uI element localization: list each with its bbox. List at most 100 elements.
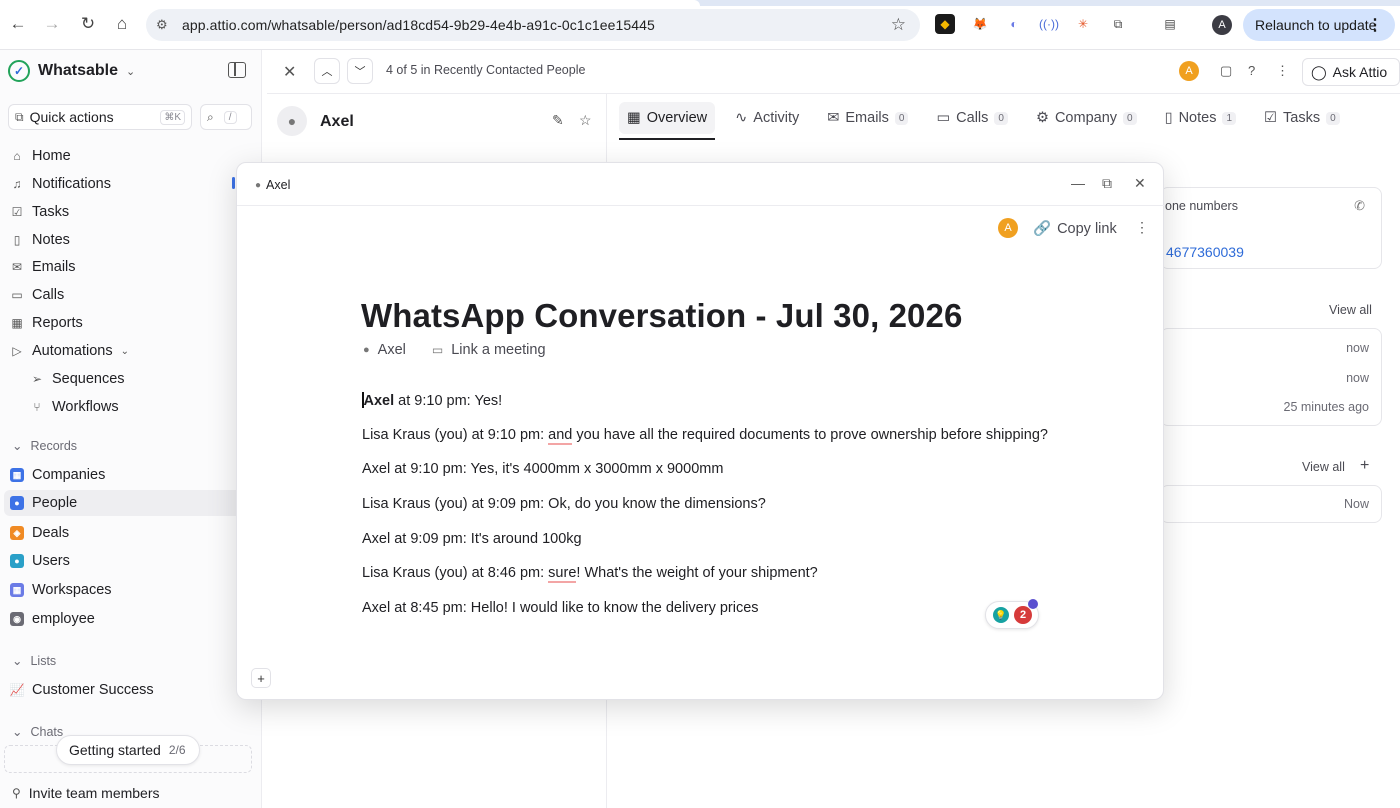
add-block-button[interactable]: + bbox=[251, 668, 271, 688]
sidebar-item-workspaces[interactable]: ▦ Workspaces bbox=[10, 578, 112, 602]
invite-team-button[interactable]: ⚲ Invite team members bbox=[12, 785, 160, 801]
sidebar-item-label: Calls bbox=[32, 287, 65, 303]
more-icon[interactable]: ⋮ bbox=[1276, 63, 1289, 79]
close-icon[interactable]: ✕ bbox=[1134, 175, 1146, 192]
sidebar-item-notes[interactable]: ▯ Notes bbox=[10, 228, 70, 252]
mail-icon: ✉ bbox=[827, 110, 840, 126]
tab-calls[interactable]: ▭ Calls 0 bbox=[928, 102, 1016, 134]
tab-overview[interactable]: ▦ Overview bbox=[619, 102, 716, 140]
note-person[interactable]: Axel bbox=[378, 342, 406, 358]
sidebar-item-automations[interactable]: ▷ Automations ⌄ bbox=[10, 339, 129, 363]
more-icon[interactable]: ⋮ bbox=[1135, 219, 1149, 236]
sidebar-item-reports[interactable]: ▦ Reports bbox=[10, 311, 82, 335]
sidebar-item-users[interactable]: ● Users bbox=[10, 549, 70, 573]
tab-notes[interactable]: ▯ Notes 1 bbox=[1157, 102, 1244, 134]
note-title[interactable]: WhatsApp Conversation - Jul 30, 2026 bbox=[361, 297, 962, 335]
sidebar-item-sequences[interactable]: ➢ Sequences bbox=[30, 367, 125, 391]
message-line[interactable]: Axel at 9:10 pm: Yes! bbox=[362, 392, 502, 409]
link-meeting-button[interactable]: Link a meeting bbox=[451, 342, 545, 358]
site-settings-icon[interactable]: ⚙ bbox=[156, 17, 172, 33]
sidebar-item-deals[interactable]: ◈ Deals bbox=[10, 521, 69, 545]
comments-icon[interactable]: ▢ bbox=[1220, 63, 1232, 79]
checkbox-icon: ☑ bbox=[1264, 110, 1278, 126]
workspace-switcher[interactable]: ✓ Whatsable ⌄ bbox=[8, 59, 135, 83]
tab-tasks[interactable]: ☑ Tasks 0 bbox=[1256, 102, 1348, 134]
sidebar-item-companies[interactable]: ▦ Companies bbox=[10, 463, 105, 487]
view-all-activity-link[interactable]: View all bbox=[1329, 303, 1372, 317]
sidebar-item-notifications[interactable]: ♫ Notifications bbox=[10, 172, 111, 196]
side-panel-icon[interactable]: ▤ bbox=[1160, 14, 1180, 34]
copy-link-button[interactable]: 🔗 Copy link bbox=[1033, 220, 1117, 238]
edit-pencil-icon[interactable]: ✎ bbox=[552, 112, 564, 129]
tab-emails[interactable]: ✉ Emails 0 bbox=[819, 102, 916, 134]
ask-attio-button[interactable]: ◯ Ask Attio bbox=[1302, 58, 1400, 86]
grammar-widget[interactable]: 💡 2 bbox=[985, 599, 1039, 629]
chevron-up-icon[interactable]: ︿ bbox=[314, 58, 340, 84]
message-line[interactable]: Lisa Kraus (you) at 9:10 pm: and you hav… bbox=[362, 427, 1048, 445]
extension-1-icon[interactable]: ◆ bbox=[935, 14, 955, 34]
expand-icon[interactable]: ⧉ bbox=[1102, 175, 1112, 192]
records-section-header[interactable]: ⌄ Records bbox=[12, 438, 77, 454]
bookmark-star-icon[interactable]: ☆ bbox=[891, 15, 906, 35]
message-line[interactable]: Lisa Kraus (you) at 9:09 pm: Ok, do you … bbox=[362, 496, 766, 512]
extensions-puzzle-icon[interactable]: ⧉ bbox=[1108, 14, 1128, 34]
message-text: at 9:10 pm: Yes! bbox=[394, 393, 503, 409]
extension-5-icon[interactable]: ✳ bbox=[1073, 14, 1093, 34]
sidebar-item-customer-success[interactable]: 📈 Customer Success bbox=[10, 678, 154, 702]
search-button[interactable]: ⌕ / bbox=[200, 104, 252, 130]
companies-icon: ▦ bbox=[10, 468, 24, 482]
reload-icon[interactable]: ↻ bbox=[76, 12, 100, 36]
message-line[interactable]: Axel at 9:09 pm: It's around 100kg bbox=[362, 531, 582, 547]
sidebar-item-workflows[interactable]: ⑂ Workflows bbox=[30, 395, 118, 419]
chats-section-header[interactable]: ⌄ Chats bbox=[12, 724, 63, 740]
spellcheck-word[interactable]: sure bbox=[548, 565, 577, 583]
sidebar-item-tasks[interactable]: ☑ Tasks bbox=[10, 200, 69, 224]
sidebar: ✓ Whatsable ⌄ ⧉ Quick actions ⌘K ⌕ / ⌂ Ho… bbox=[0, 50, 262, 808]
forward-icon[interactable]: → bbox=[40, 12, 64, 36]
active-tab[interactable] bbox=[0, 0, 700, 6]
record-position: 4 of 5 in Recently Contacted People bbox=[386, 63, 586, 77]
lists-section-header[interactable]: ⌄ Lists bbox=[12, 653, 56, 669]
chevron-down-icon[interactable]: ﹀ bbox=[347, 58, 373, 84]
sidebar-item-calls[interactable]: ▭ Calls bbox=[10, 283, 64, 307]
message-line[interactable]: Lisa Kraus (you) at 8:46 pm: sure! What'… bbox=[362, 565, 818, 583]
back-icon[interactable]: ← bbox=[6, 12, 30, 36]
close-icon[interactable]: ✕ bbox=[283, 62, 296, 82]
view-all-tasks-link[interactable]: View all bbox=[1302, 460, 1345, 474]
phone-icon[interactable]: ✆ bbox=[1354, 198, 1365, 214]
sidebar-toggle-icon[interactable] bbox=[228, 62, 246, 78]
extension-4-icon[interactable]: ((·)) bbox=[1039, 14, 1059, 34]
favorite-star-icon[interactable]: ☆ bbox=[579, 112, 592, 129]
user-avatar[interactable]: A bbox=[998, 218, 1018, 238]
sidebar-item-people[interactable]: ● People bbox=[10, 491, 77, 515]
message-text: Lisa Kraus (you) at 8:46 pm: bbox=[362, 565, 549, 581]
relaunch-button[interactable]: Relaunch to update ⋮ bbox=[1243, 9, 1395, 41]
minimize-icon[interactable]: — bbox=[1071, 175, 1085, 191]
task-time: Now bbox=[1343, 497, 1369, 511]
spellcheck-word[interactable]: and bbox=[548, 427, 573, 445]
url-text[interactable]: app.attio.com/whatsable/person/ad18cd54-… bbox=[182, 17, 655, 33]
help-icon[interactable]: ? bbox=[1248, 63, 1255, 78]
message-line[interactable]: Axel at 8:45 pm: Hello! I would like to … bbox=[362, 600, 759, 616]
user-avatar[interactable]: A bbox=[1179, 61, 1199, 81]
profile-avatar[interactable]: A bbox=[1212, 15, 1232, 35]
getting-started-button[interactable]: Getting started 2/6 bbox=[56, 735, 200, 765]
message-line[interactable]: Axel at 9:10 pm: Yes, it's 4000mm x 3000… bbox=[362, 461, 723, 477]
record-name: Axel bbox=[320, 113, 354, 130]
add-icon[interactable]: + bbox=[1360, 457, 1369, 475]
quick-actions-button[interactable]: ⧉ Quick actions ⌘K bbox=[8, 104, 192, 130]
phone-label: one numbers bbox=[1165, 199, 1238, 213]
tab-activity[interactable]: ∿ Activity bbox=[727, 102, 807, 134]
metamask-icon[interactable]: 🦊 bbox=[970, 14, 990, 34]
extension-3-icon[interactable]: ◐ bbox=[1004, 14, 1024, 34]
sidebar-item-employee[interactable]: ◉ employee bbox=[10, 607, 95, 631]
sidebar-item-emails[interactable]: ✉ Emails bbox=[10, 255, 76, 279]
home-browser-icon[interactable]: ⌂ bbox=[110, 12, 134, 36]
activity-time: now bbox=[1346, 371, 1369, 385]
phone-value[interactable]: 4677360039 bbox=[1166, 244, 1244, 260]
sidebar-item-home[interactable]: ⌂ Home bbox=[10, 144, 70, 168]
address-bar[interactable]: ⚙ app.attio.com/whatsable/person/ad18cd5… bbox=[146, 9, 920, 41]
kebab-menu-icon[interactable]: ⋮ bbox=[1367, 15, 1383, 35]
chevron-down-icon: ⌄ bbox=[12, 439, 23, 453]
tab-company[interactable]: ⚙ Company 0 bbox=[1028, 102, 1145, 134]
